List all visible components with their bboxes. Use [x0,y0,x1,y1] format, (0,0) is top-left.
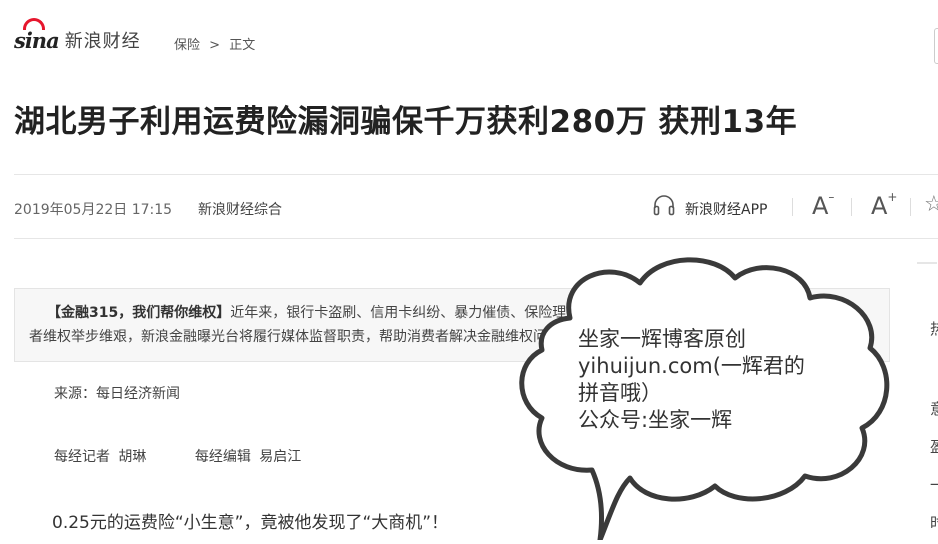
breadcrumb: 保险 > 正文 [174,34,260,53]
font-decrease-icon: A [812,192,829,220]
divider [910,198,911,216]
publish-date: 2019年05月22日 17:15 [14,202,173,218]
breadcrumb-separator: > [209,38,221,53]
lead-paragraph: 0.25元的运费险“小生意”，竟被他发现了“大商机”！ [52,513,449,533]
sidebar-fragment: 热 [930,320,938,338]
font-decrease-button[interactable]: A– [812,190,834,220]
font-increase-button[interactable]: A+ [871,190,897,220]
logo-text: 新浪财经 [64,31,141,52]
app-download-link[interactable]: 新浪财经APP [685,199,767,219]
sina-logo-mark: sina [14,27,60,53]
breadcrumb-insurance[interactable]: 保险 [174,38,200,53]
divider [14,238,938,239]
sina-logo[interactable]: sina 新浪财经 [14,18,141,54]
sidebar-fragment[interactable]: 一 [930,474,938,495]
article-source[interactable]: 新浪财经综合 [198,199,282,219]
sidebar-fragment[interactable]: 时 [930,512,938,533]
notice-title[interactable]: 【金融315，我们帮你维权】 [47,305,230,321]
search-box-edge[interactable] [934,28,938,64]
reporter: 每经记者 胡琳 [54,449,147,465]
watermark-line: 坐家一辉博客原创 [578,327,746,351]
font-increase-icon: A [871,192,888,220]
sidebar-divider [917,262,937,264]
sidebar-fragment[interactable]: 盈 [930,436,938,457]
article-origin: 来源：每日经济新闻 [54,386,180,402]
byline: 每经记者 胡琳 每经编辑 易启江 [54,446,301,466]
divider [14,174,938,175]
watermark-line: 拼音哦） [578,381,662,405]
watermark-sticker: 坐家一辉博客原创 yihuijun.com(一辉君的 拼音哦） 公众号:坐家一辉 [500,248,900,543]
breadcrumb-current: 正文 [229,38,256,53]
star-icon[interactable]: ☆ [924,192,938,217]
article-title: 湖北男子利用运费险漏洞骗保千万获利280万 获刑13年 [14,104,798,140]
divider [792,198,793,216]
watermark-text: 坐家一辉博客原创 yihuijun.com(一辉君的 拼音哦） 公众号:坐家一辉 [578,326,878,434]
watermark-line: 公众号:坐家一辉 [578,408,733,432]
divider [851,198,852,216]
sina-eye-icon [23,18,45,30]
sidebar-fragment[interactable]: 意 [930,398,938,419]
watermark-line: yihuijun.com(一辉君的 [578,354,805,378]
headphones-icon[interactable] [652,193,676,217]
editor: 每经编辑 易启江 [194,449,302,465]
